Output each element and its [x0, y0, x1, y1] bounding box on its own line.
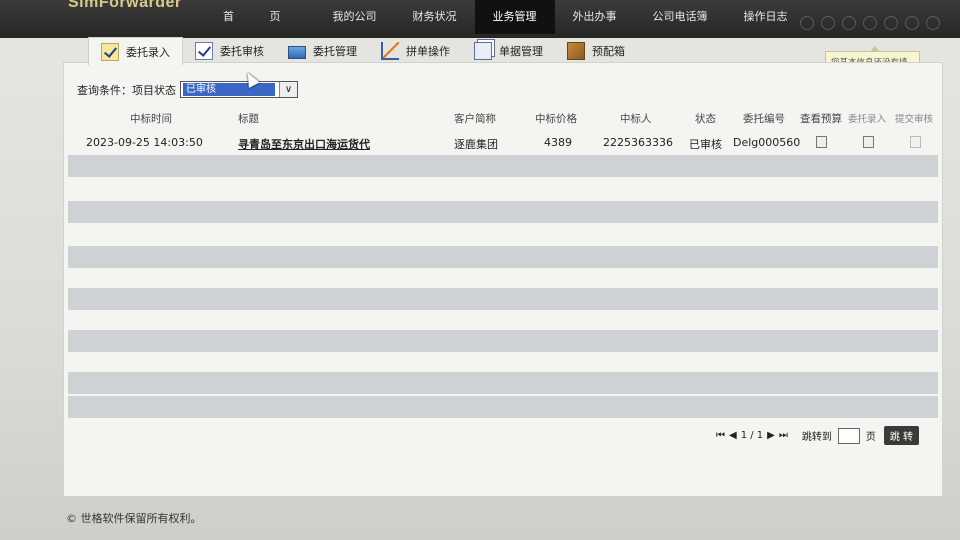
cell-title-link[interactable]: 寻青岛至东京出口海运货代 [238, 136, 370, 152]
tab-label: 拼单操作 [406, 45, 450, 58]
table-row[interactable]: 2023-09-25 14:03:50 寻青岛至东京出口海运货代 逐鹿集团 43… [68, 131, 938, 153]
tab-entrust-entry[interactable]: 委托录入 [88, 37, 183, 65]
empty-row [68, 330, 938, 352]
nav-my-company[interactable]: 我的公司 [315, 0, 395, 34]
empty-row [68, 246, 938, 268]
last-page-icon[interactable]: ⏭ [779, 430, 788, 441]
tab-documents[interactable]: 单据管理 [462, 37, 555, 65]
cell-status: 已审核 [689, 138, 722, 151]
col-submit-review: 提交审核 [895, 114, 934, 125]
view-budget-icon[interactable] [816, 136, 827, 148]
col-order-no: 委托编号 [743, 113, 785, 125]
settings-icon[interactable] [842, 16, 856, 30]
col-title: 标题 [238, 113, 259, 125]
empty-row [68, 372, 938, 394]
empty-row [68, 288, 938, 310]
jump-label: 跳转到 [801, 432, 832, 443]
help-icon[interactable] [905, 16, 919, 30]
tab-label: 委托审核 [220, 45, 264, 58]
status-select[interactable]: 已审核 ∨ [180, 81, 298, 98]
mail-icon[interactable] [800, 16, 814, 30]
checkbox-yellow-icon [101, 42, 119, 61]
nav-business-management[interactable]: 业务管理 [474, 0, 555, 34]
top-navigation-bar: SimForwarder 首 页 我的公司 财务状况 业务管理 外出办事 公司电… [0, 0, 960, 38]
chart-icon [381, 42, 399, 60]
top-icon-group [800, 16, 940, 30]
tab-label: 委托录入 [126, 45, 170, 59]
nav-home[interactable]: 首 页 [205, 0, 315, 34]
table-header: 中标时间 标题 客户简称 中标价格 中标人 状态 委托编号 查看预算 委托录入 … [68, 106, 938, 128]
monitor-icon [288, 45, 306, 59]
col-winner: 中标人 [620, 113, 652, 125]
col-entrust-entry: 委托录入 [848, 114, 887, 125]
jump-button[interactable]: 跳 转 [883, 426, 920, 445]
page-unit: 页 [865, 432, 876, 443]
main-nav: 首 页 我的公司 财务状况 业务管理 外出办事 公司电话簿 操作日志 [205, 0, 806, 38]
cell-winner: 2225363336 [603, 136, 673, 149]
cell-time: 2023-09-25 14:03:50 [86, 136, 203, 149]
message-icon[interactable] [821, 16, 835, 30]
tab-label: 委托管理 [313, 45, 357, 58]
entrust-entry-icon[interactable] [863, 136, 874, 148]
copyright-footer: © 世格软件保留所有权利。 [66, 512, 202, 525]
empty-row [68, 201, 938, 223]
power-icon[interactable] [926, 16, 940, 30]
box-icon [567, 42, 585, 60]
submit-review-icon[interactable] [910, 136, 921, 148]
prev-page-icon[interactable]: ◀ [729, 430, 737, 441]
nav-operation-log[interactable]: 操作日志 [726, 0, 806, 34]
cell-order-no: Delg000560 [733, 136, 801, 149]
col-award-time: 中标时间 [130, 113, 172, 125]
nav-finance[interactable]: 财务状况 [395, 0, 475, 34]
app-logo: SimForwarder [68, 0, 182, 11]
jump-page-input[interactable] [837, 427, 860, 444]
tab-container-allocation[interactable]: 预配箱 [555, 37, 637, 65]
user-icon[interactable] [863, 16, 877, 30]
filter-label: 查询条件：项目状态 [77, 83, 176, 97]
empty-row [68, 155, 938, 177]
tab-entrust-management[interactable]: 委托管理 [276, 37, 369, 65]
tab-consolidation[interactable]: 拼单操作 [369, 37, 462, 65]
nav-errands[interactable]: 外出办事 [555, 0, 635, 34]
chevron-down-icon[interactable]: ∨ [279, 82, 297, 97]
empty-row [68, 396, 938, 418]
page-indicator: 1 / 1 [740, 430, 764, 441]
pagination: ⏮ ◀ 1 / 1 ▶ ⏭ 跳转到 页 跳 转 [716, 426, 920, 445]
col-price: 中标价格 [535, 113, 577, 125]
tab-entrust-review[interactable]: 委托审核 [183, 37, 276, 65]
col-view-budget: 查看预算 [800, 113, 842, 125]
next-page-icon[interactable]: ▶ [767, 430, 775, 441]
documents-icon [474, 42, 492, 60]
status-select-value: 已审核 [183, 83, 275, 96]
cell-price: 4389 [544, 136, 572, 149]
chat-icon[interactable] [884, 16, 898, 30]
filter-bar: 查询条件：项目状态 已审核 ∨ [77, 81, 298, 98]
cell-customer: 逐鹿集团 [454, 138, 498, 151]
checkbox-blue-icon [195, 42, 213, 60]
tab-label: 单据管理 [499, 45, 543, 58]
col-status: 状态 [695, 113, 716, 125]
nav-phonebook[interactable]: 公司电话簿 [635, 0, 726, 34]
business-tabs: 委托录入 委托审核 委托管理 拼单操作 单据管理 预配箱 [88, 37, 637, 65]
tab-label: 预配箱 [592, 45, 625, 58]
first-page-icon[interactable]: ⏮ [716, 430, 725, 441]
col-customer: 客户简称 [454, 113, 496, 125]
